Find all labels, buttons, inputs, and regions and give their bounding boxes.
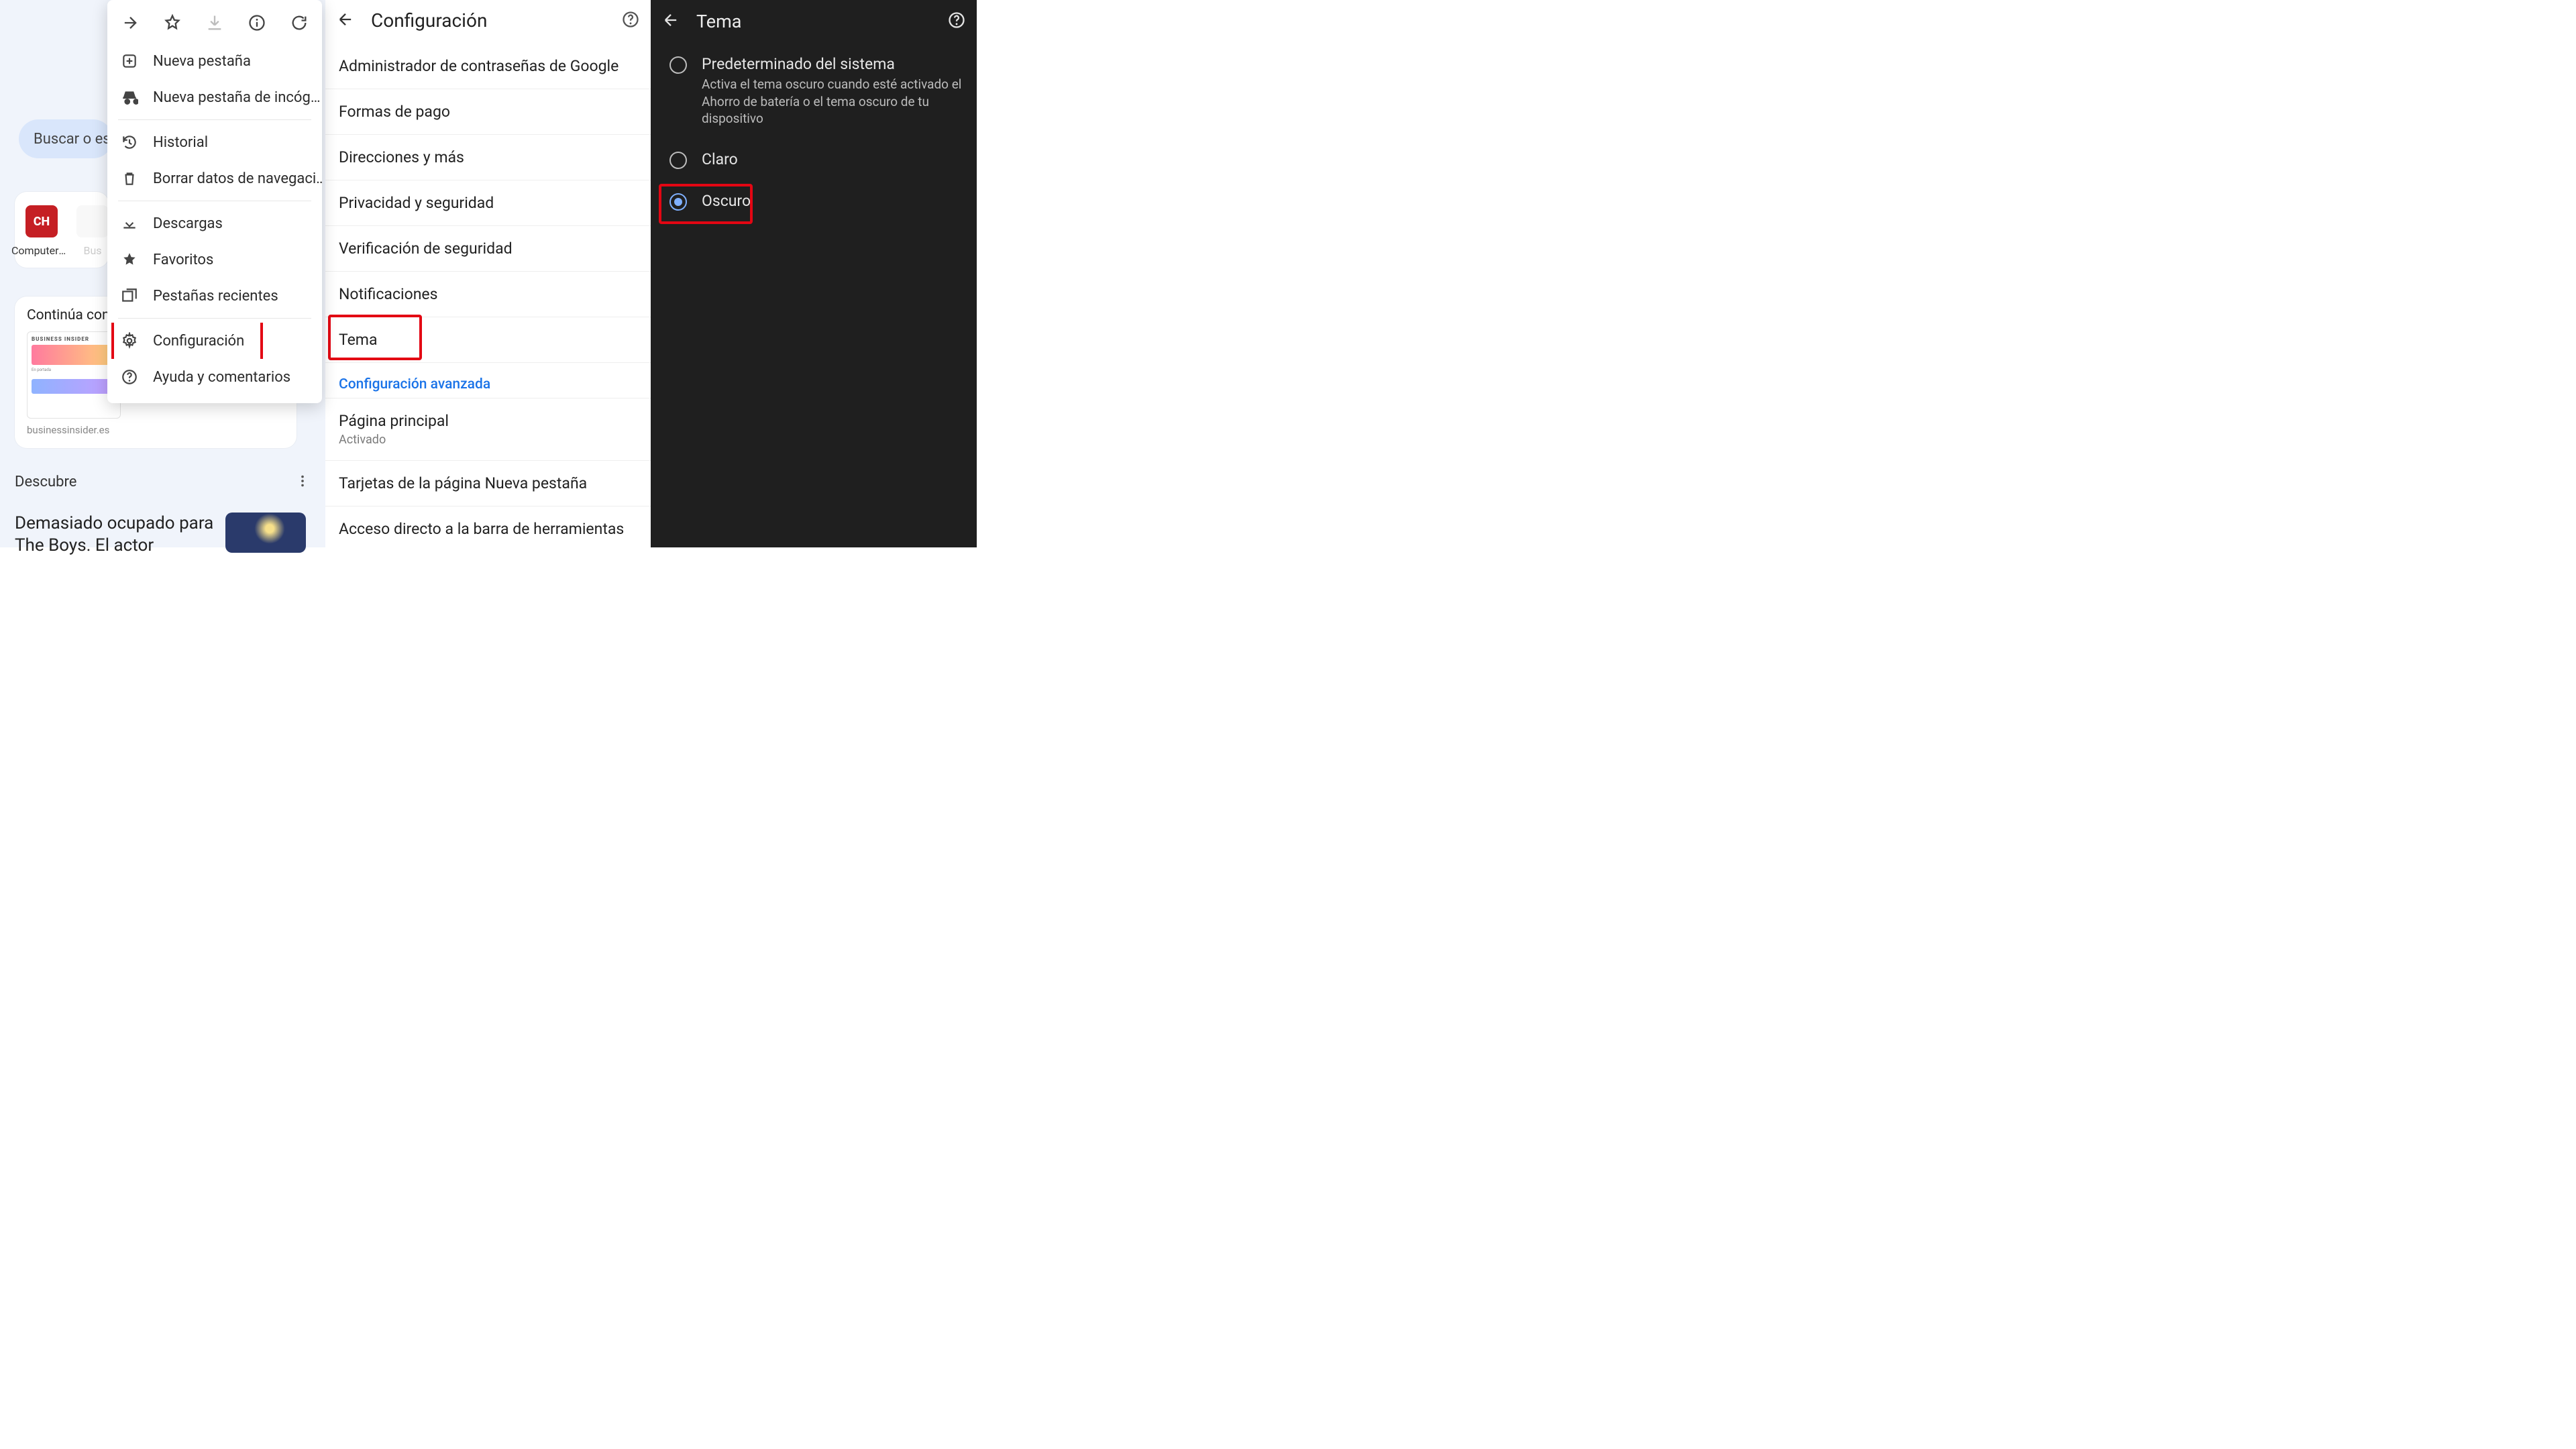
setting-password-manager[interactable]: Administrador de contraseñas de Google — [325, 44, 651, 89]
menu-separator — [118, 119, 311, 120]
discover-article[interactable]: Demasiado ocupado para The Boys. El acto… — [15, 513, 310, 556]
download-icon[interactable] — [203, 11, 227, 35]
continue-thumbnail: BUSINESS INSIDER En portada — [27, 331, 121, 419]
setting-label: Formas de pago — [339, 103, 450, 121]
radio-icon — [669, 56, 687, 74]
setting-privacy[interactable]: Privacidad y seguridad — [325, 180, 651, 225]
shortcut-label: Bus — [83, 244, 101, 257]
menu-label: Ayuda y comentarios — [153, 369, 290, 386]
setting-notifications[interactable]: Notificaciones — [325, 271, 651, 317]
menu-separator — [118, 318, 311, 319]
radio-icon — [669, 152, 687, 169]
panel-settings: Configuración Administrador de contraseñ… — [325, 0, 651, 547]
theme-option-dark[interactable]: Oscuro — [651, 181, 977, 223]
menu-label: Nueva pestaña — [153, 53, 251, 70]
help-icon[interactable] — [621, 10, 640, 32]
menu-label: Configuración — [153, 333, 244, 350]
theme-option-system[interactable]: Predeterminado del sistema Activa el tem… — [651, 44, 977, 140]
setting-label: Acceso directo a la barra de herramienta… — [339, 520, 624, 538]
back-icon[interactable] — [336, 10, 355, 32]
setting-addresses[interactable]: Direcciones y más — [325, 134, 651, 180]
setting-label: Tema — [339, 331, 378, 349]
help-icon[interactable] — [947, 11, 966, 32]
shortcut-businessinsider[interactable]: Bus — [76, 205, 109, 257]
setting-theme[interactable]: Tema — [325, 317, 651, 362]
setting-ntp-cards[interactable]: Tarjetas de la página Nueva pestaña — [325, 460, 651, 506]
setting-label: Direcciones y más — [339, 148, 464, 166]
radio-label: Predeterminado del sistema — [702, 55, 963, 73]
menu-label: Favoritos — [153, 252, 213, 268]
menu-history[interactable]: Historial — [107, 124, 322, 160]
menu-icon-row — [107, 7, 322, 43]
setting-label: Notificaciones — [339, 285, 437, 303]
article-image — [225, 513, 306, 553]
menu-settings[interactable]: Configuración — [107, 323, 322, 359]
continue-subtitle: businessinsider.es — [27, 424, 284, 436]
shortcut-label: ComputerH… — [11, 244, 72, 257]
setting-label: Privacidad y seguridad — [339, 194, 494, 212]
radio-label: Oscuro — [702, 192, 751, 210]
menu-incognito-tab[interactable]: Nueva pestaña de incóg… — [107, 79, 322, 115]
menu-clear-data[interactable]: Borrar datos de navegaci… — [107, 160, 322, 197]
theme-option-light[interactable]: Claro — [651, 140, 977, 181]
setting-toolbar-shortcut[interactable]: Acceso directo a la barra de herramienta… — [325, 506, 651, 551]
menu-label: Borrar datos de navegaci… — [153, 170, 322, 187]
menu-downloads[interactable]: Descargas — [107, 205, 322, 241]
discover-more-icon[interactable] — [295, 474, 310, 492]
search-placeholder: Buscar o es — [34, 131, 111, 148]
menu-recent-tabs[interactable]: Pestañas recientes — [107, 278, 322, 314]
menu-help[interactable]: Ayuda y comentarios — [107, 359, 322, 395]
setting-label: Página principal — [339, 412, 449, 430]
menu-label: Historial — [153, 134, 208, 151]
setting-homepage[interactable]: Página principal Activado — [325, 398, 651, 460]
discover-heading: Descubre — [15, 474, 76, 490]
setting-payment[interactable]: Formas de pago — [325, 89, 651, 134]
menu-label: Descargas — [153, 215, 223, 232]
radio-icon-checked — [669, 193, 687, 211]
menu-bookmarks[interactable]: Favoritos — [107, 241, 322, 278]
back-icon[interactable] — [661, 11, 680, 32]
settings-header: Configuración — [325, 0, 651, 44]
bookmark-star-icon[interactable] — [160, 11, 184, 35]
forward-icon[interactable] — [118, 11, 142, 35]
setting-label: Verificación de seguridad — [339, 239, 513, 258]
panel-theme: Tema Predeterminado del sistema Activa e… — [651, 0, 977, 547]
overflow-menu: Nueva pestaña Nueva pestaña de incóg… Hi… — [107, 0, 322, 403]
settings-title: Configuración — [371, 9, 605, 32]
setting-label: Administrador de contraseñas de Google — [339, 57, 619, 75]
menu-label: Pestañas recientes — [153, 288, 278, 305]
shortcut-computerhoy[interactable]: CH ComputerH… — [21, 205, 62, 257]
panel-chrome-home: Buscar o es CH ComputerH… Bus Continúa c… — [0, 0, 325, 547]
menu-label: Nueva pestaña de incóg… — [153, 89, 321, 106]
radio-label: Claro — [702, 150, 738, 168]
setting-safety-check[interactable]: Verificación de seguridad — [325, 225, 651, 271]
shortcut-card: CH ComputerH… Bus — [15, 192, 109, 268]
article-title: Demasiado ocupado para The Boys. El acto… — [15, 513, 216, 556]
theme-header: Tema — [651, 0, 977, 44]
menu-new-tab[interactable]: Nueva pestaña — [107, 43, 322, 79]
radio-desc: Activa el tema oscuro cuando esté activa… — [702, 76, 963, 127]
shortcut-icon-bi — [76, 205, 109, 237]
setting-label: Tarjetas de la página Nueva pestaña — [339, 474, 587, 492]
theme-title: Tema — [696, 11, 931, 32]
search-pill[interactable]: Buscar o es — [19, 119, 113, 158]
info-icon[interactable] — [245, 11, 269, 35]
settings-section-advanced: Configuración avanzada — [325, 362, 651, 398]
setting-sublabel: Activado — [339, 433, 637, 447]
shortcut-icon-ch: CH — [25, 205, 58, 237]
reload-icon[interactable] — [287, 11, 311, 35]
